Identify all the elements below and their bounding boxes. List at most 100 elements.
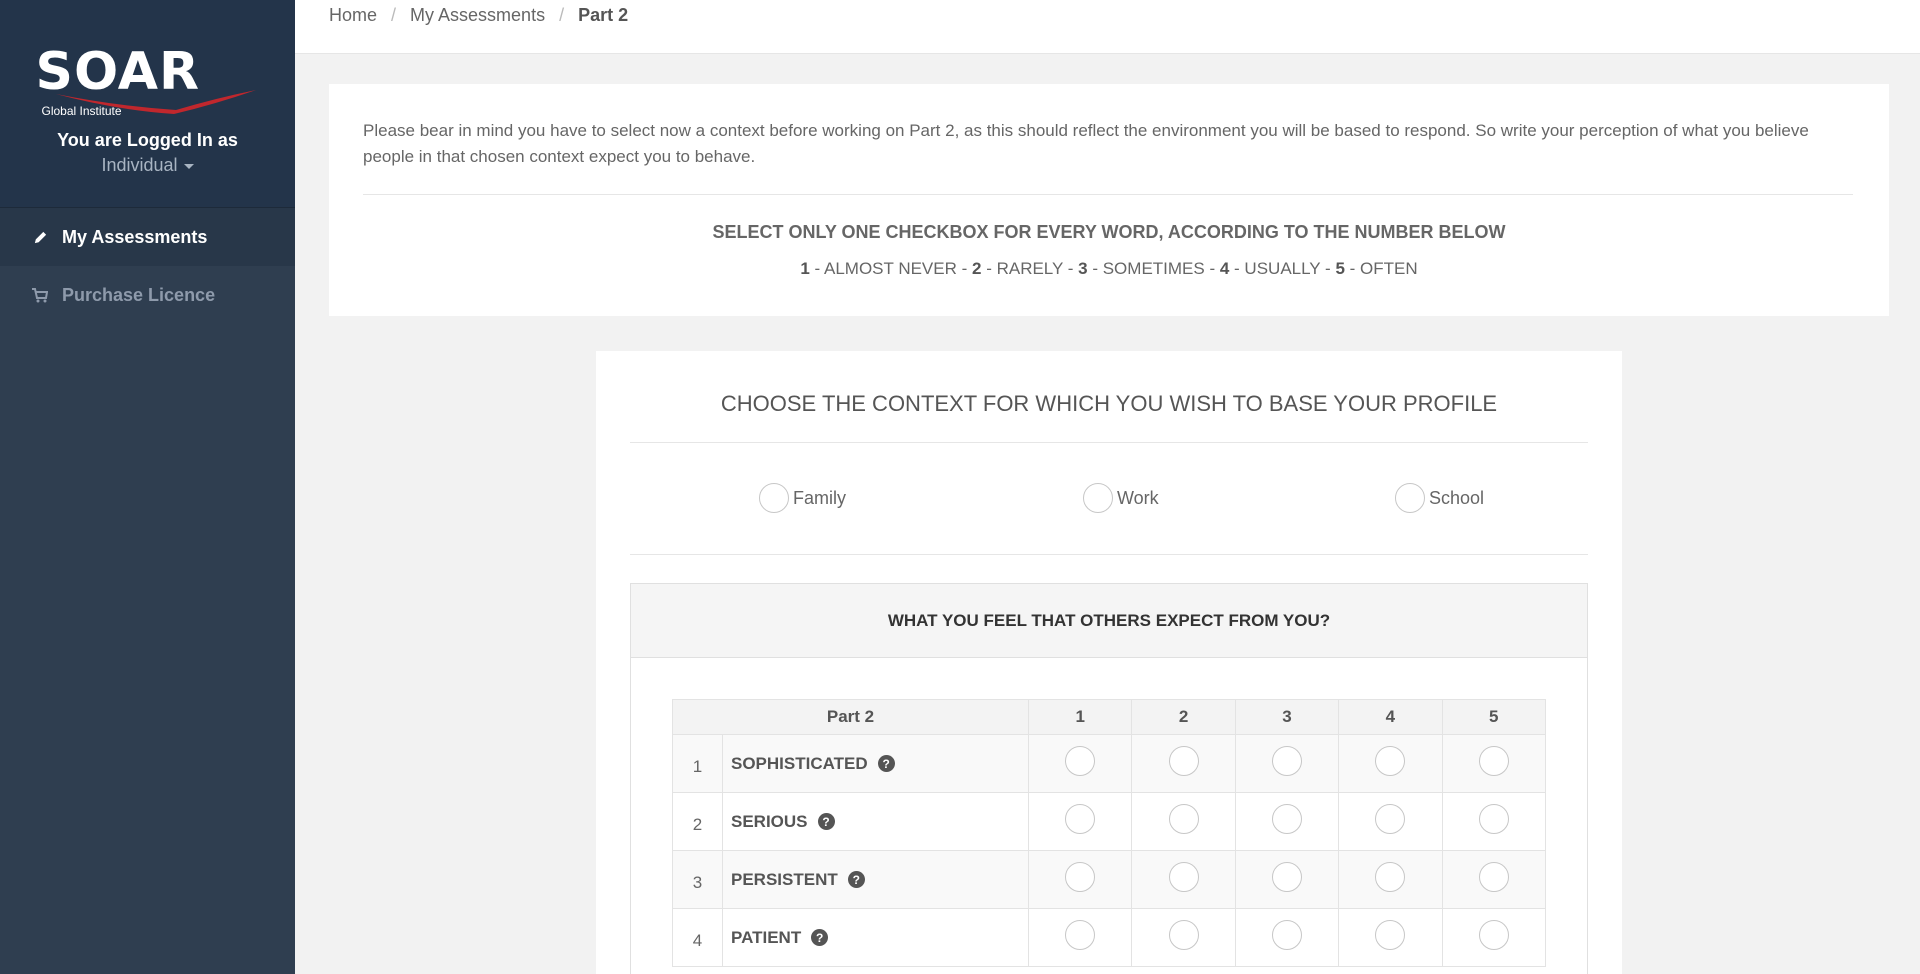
- rating-radio[interactable]: [1478, 746, 1509, 776]
- table-header-row: Part 2 1 2 3 4 5: [672, 699, 1547, 735]
- rating-radio[interactable]: [1375, 920, 1406, 950]
- divider: [630, 554, 1588, 555]
- rating-cell: [1338, 792, 1443, 851]
- rating-cell: [1441, 734, 1547, 793]
- rating-radio[interactable]: [1065, 920, 1096, 950]
- cart-icon: [32, 287, 48, 303]
- scale-label: - SOMETIMES -: [1087, 259, 1220, 278]
- rating-radio[interactable]: [1065, 862, 1096, 892]
- context-option-label: School: [1429, 487, 1485, 508]
- rating-radio[interactable]: [1478, 920, 1509, 950]
- instructions-panel: Please bear in mind you have to select n…: [329, 84, 1889, 316]
- rating-radio[interactable]: [1168, 862, 1199, 892]
- rating-cell: [1131, 792, 1236, 851]
- questions-heading: WHAT YOU FEEL THAT OTHERS EXPECT FROM YO…: [631, 584, 1587, 658]
- rating-cell: [1338, 850, 1443, 909]
- rating-radio[interactable]: [1375, 746, 1406, 776]
- breadcrumb-my-assessments[interactable]: My Assessments: [410, 5, 545, 26]
- rating-cell: [1027, 908, 1133, 967]
- rating-radio[interactable]: [1065, 746, 1096, 776]
- rating-radio[interactable]: [1168, 804, 1199, 834]
- rating-cell: [1441, 850, 1547, 909]
- breadcrumb-current: Part 2: [578, 5, 629, 25]
- column-header: 1: [1027, 699, 1133, 735]
- row-number: 2: [672, 792, 723, 851]
- sidebar: SOAR Global Institute You are Logged In …: [0, 0, 295, 974]
- rating-radio[interactable]: [1271, 746, 1302, 776]
- role-label: Individual: [101, 155, 178, 175]
- nav-purchase-licence[interactable]: Purchase Licence: [0, 266, 295, 324]
- rating-scale: 1 - ALMOST NEVER - 2 - RARELY - 3 - SOME…: [329, 259, 1889, 279]
- context-option-work[interactable]: Work: [1083, 483, 1159, 513]
- scale-number: 5: [1335, 259, 1345, 278]
- sidebar-header: SOAR Global Institute You are Logged In …: [0, 0, 295, 208]
- rating-radio[interactable]: [1478, 862, 1509, 892]
- column-header: 4: [1338, 699, 1443, 735]
- rating-cell: [1234, 850, 1340, 909]
- rating-radio[interactable]: [1271, 920, 1302, 950]
- row-word: PATIENT?: [722, 908, 1029, 967]
- rating-cell: [1441, 908, 1547, 967]
- rating-cell: [1234, 908, 1340, 967]
- context-card: CHOOSE THE CONTEXT FOR WHICH YOU WISH TO…: [596, 351, 1622, 974]
- table-row: 2 SERIOUS?: [672, 792, 1547, 851]
- context-option-school[interactable]: School: [1395, 483, 1484, 513]
- row-number: 1: [672, 734, 723, 793]
- row-word: PERSISTENT?: [722, 850, 1029, 909]
- rating-cell: [1234, 792, 1340, 851]
- row-number: 3: [672, 850, 723, 909]
- help-icon[interactable]: ?: [847, 871, 865, 888]
- scale-label: - OFTEN: [1344, 259, 1418, 278]
- help-icon[interactable]: ?: [817, 813, 835, 830]
- table-row: 1 SOPHISTICATED?: [672, 734, 1547, 793]
- table-row: 3 PERSISTENT?: [672, 850, 1547, 909]
- breadcrumb-home[interactable]: Home: [329, 5, 377, 26]
- row-number: 4: [672, 908, 723, 967]
- logo-subtext: Global Institute: [41, 104, 122, 118]
- rating-radio[interactable]: [1375, 804, 1406, 834]
- rating-radio[interactable]: [1478, 804, 1509, 834]
- row-word: SOPHISTICATED?: [722, 734, 1029, 793]
- rating-radio[interactable]: [1168, 746, 1199, 776]
- rating-cell: [1027, 734, 1133, 793]
- rating-cell: [1027, 792, 1133, 851]
- rating-table: Part 2 1 2 3 4 5 1 SOPHISTICATED? 2 SERI…: [672, 699, 1547, 967]
- context-option-family[interactable]: Family: [759, 483, 846, 513]
- context-title: CHOOSE THE CONTEXT FOR WHICH YOU WISH TO…: [720, 391, 1498, 416]
- radio-family[interactable]: [759, 483, 789, 513]
- rating-cell: [1131, 908, 1236, 967]
- breadcrumb: Home / My Assessments / Part 2: [329, 5, 628, 26]
- rating-radio[interactable]: [1271, 862, 1302, 892]
- logged-in-label: You are Logged In as: [57, 130, 238, 150]
- caret-down-icon: [183, 163, 194, 169]
- table-row: 4 PATIENT?: [672, 908, 1547, 967]
- table-header-part: Part 2: [672, 699, 1029, 735]
- help-icon[interactable]: ?: [877, 755, 895, 772]
- rating-cell: [1131, 850, 1236, 909]
- rating-radio[interactable]: [1065, 804, 1096, 834]
- scale-label: - ALMOST NEVER -: [809, 259, 972, 278]
- nav-my-assessments[interactable]: My Assessments: [0, 208, 295, 266]
- role-dropdown[interactable]: Individual: [0, 155, 295, 176]
- rating-radio[interactable]: [1271, 804, 1302, 834]
- word-label: SOPHISTICATED: [731, 753, 868, 773]
- soar-logo[interactable]: SOAR Global Institute: [36, 46, 260, 124]
- nav-purchase-licence-label: Purchase Licence: [62, 284, 216, 305]
- radio-school[interactable]: [1395, 483, 1425, 513]
- context-option-label: Family: [793, 487, 846, 508]
- scale-label: - RARELY -: [981, 259, 1079, 278]
- column-header: 3: [1234, 699, 1340, 735]
- word-label: SERIOUS: [731, 811, 808, 831]
- breadcrumb-separator: /: [559, 5, 565, 25]
- rating-cell: [1027, 850, 1133, 909]
- word-label: PERSISTENT: [731, 869, 838, 889]
- radio-work[interactable]: [1083, 483, 1113, 513]
- divider: [630, 442, 1588, 443]
- rating-radio[interactable]: [1168, 920, 1199, 950]
- intro-text: Please bear in mind you have to select n…: [363, 121, 1809, 166]
- help-icon[interactable]: ?: [811, 929, 829, 946]
- pencil-icon: [32, 229, 48, 245]
- divider: [363, 194, 1853, 195]
- rating-cell: [1234, 734, 1340, 793]
- rating-radio[interactable]: [1375, 862, 1406, 892]
